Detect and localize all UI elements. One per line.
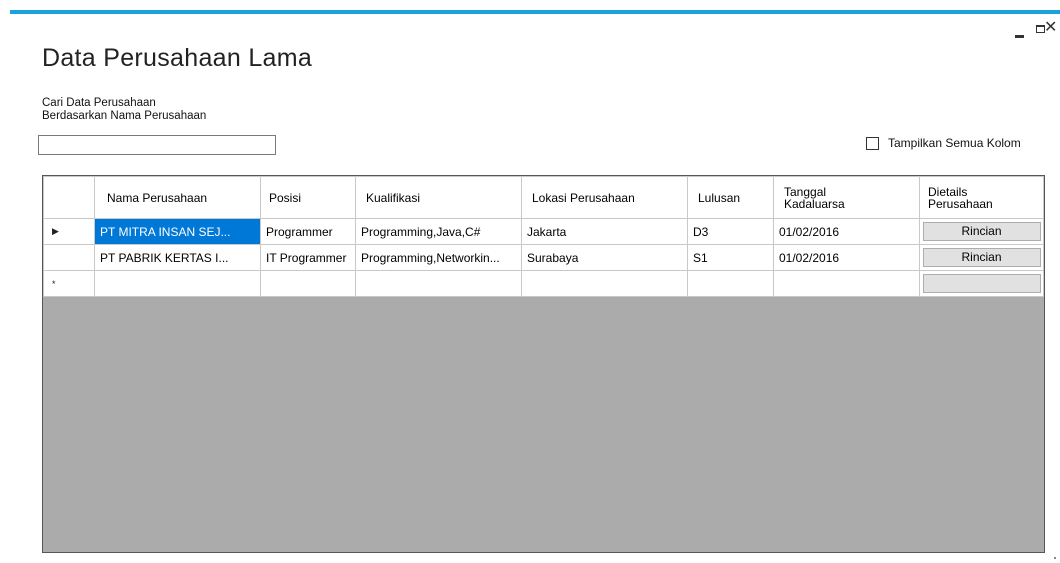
table-row[interactable]: ▶ PT MITRA INSAN SEJ... Programmer Progr… — [43, 218, 1044, 245]
header-row: Nama Perusahaan Posisi Kualifikasi Lokas… — [43, 176, 1044, 219]
data-grid-table: Nama Perusahaan Posisi Kualifikasi Lokas… — [43, 176, 1044, 297]
new-row[interactable]: * — [43, 270, 1044, 297]
show-all-columns-toggle[interactable]: Tampilkan Semua Kolom — [866, 136, 1021, 150]
row-header-new[interactable]: * — [43, 270, 95, 297]
page-title: Data Perusahaan Lama — [42, 44, 313, 72]
search-input[interactable] — [38, 135, 276, 155]
row-header-current[interactable]: ▶ — [43, 218, 95, 245]
cell-posisi[interactable]: IT Programmer — [260, 244, 356, 271]
rincian-button[interactable]: Rincian — [922, 248, 1041, 267]
cell-nama[interactable] — [94, 270, 261, 297]
cell-details — [919, 270, 1044, 297]
cell-lokasi[interactable]: Jakarta — [521, 218, 688, 245]
minimize-icon[interactable] — [1015, 35, 1024, 38]
cell-tanggal[interactable]: 01/02/2016 — [773, 244, 920, 271]
window-accent-bar — [10, 10, 1060, 14]
rincian-button[interactable]: Rincian — [922, 222, 1041, 241]
cell-posisi[interactable] — [260, 270, 356, 297]
table-row[interactable]: PT PABRIK KERTAS I... IT Programmer Prog… — [43, 244, 1044, 271]
column-header-details[interactable]: Dietails Perusahaan — [919, 176, 1044, 219]
cell-details: Rincian — [919, 244, 1044, 271]
cell-details: Rincian — [919, 218, 1044, 245]
cell-nama[interactable]: PT MITRA INSAN SEJ... — [94, 218, 261, 245]
cell-lulusan[interactable]: S1 — [687, 244, 774, 271]
cell-tanggal[interactable]: 01/02/2016 — [773, 218, 920, 245]
show-all-columns-checkbox[interactable] — [866, 136, 879, 150]
cell-lulusan[interactable]: D3 — [687, 218, 774, 245]
column-header-lulusan[interactable]: Lulusan — [687, 176, 774, 219]
column-header-kualifikasi[interactable]: Kualifikasi — [355, 176, 522, 219]
cell-lokasi[interactable]: Surabaya — [521, 244, 688, 271]
column-header-posisi[interactable]: Posisi — [260, 176, 356, 219]
resize-grip-icon[interactable] — [1054, 557, 1056, 559]
corner-header-cell[interactable] — [43, 176, 95, 219]
cell-kualifikasi[interactable]: Programming,Java,C# — [355, 218, 522, 245]
close-icon[interactable]: ✕ — [1044, 20, 1057, 36]
column-header-nama[interactable]: Nama Perusahaan — [94, 176, 261, 219]
search-label-line2: Berdasarkan Nama Perusahaan — [42, 110, 207, 122]
cell-lulusan[interactable] — [687, 270, 774, 297]
column-header-tanggal[interactable]: Tanggal Kadaluarsa — [773, 176, 920, 219]
row-header[interactable] — [43, 244, 95, 271]
empty-details-button[interactable] — [922, 274, 1041, 293]
cell-lokasi[interactable] — [521, 270, 688, 297]
cell-kualifikasi[interactable]: Programming,Networkin... — [355, 244, 522, 271]
show-all-columns-label[interactable]: Tampilkan Semua Kolom — [888, 136, 1021, 150]
column-header-lokasi[interactable]: Lokasi Perusahaan — [521, 176, 688, 219]
cell-posisi[interactable]: Programmer — [260, 218, 356, 245]
search-label-line1: Cari Data Perusahaan — [42, 97, 156, 109]
search-label: Cari Data Perusahaan Berdasarkan Nama Pe… — [42, 97, 206, 123]
data-grid[interactable]: Nama Perusahaan Posisi Kualifikasi Lokas… — [42, 175, 1045, 553]
cell-nama[interactable]: PT PABRIK KERTAS I... — [94, 244, 261, 271]
cell-kualifikasi[interactable] — [355, 270, 522, 297]
cell-tanggal[interactable] — [773, 270, 920, 297]
current-row-indicator-icon: ▶ — [52, 226, 59, 236]
new-row-indicator-icon: * — [52, 278, 56, 289]
